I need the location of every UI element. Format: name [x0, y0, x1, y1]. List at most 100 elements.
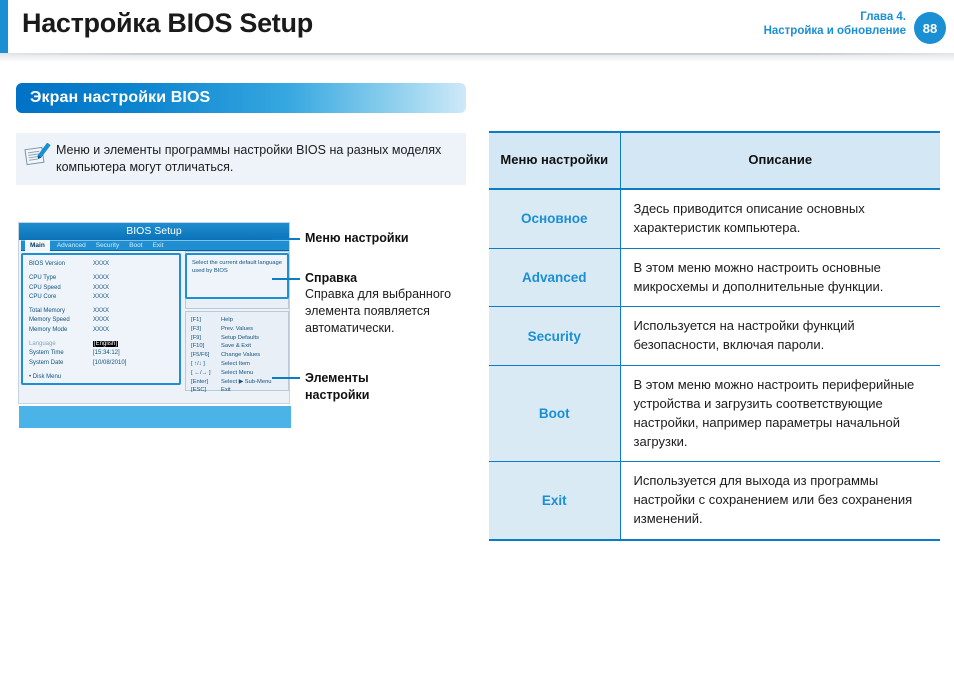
callout-title: Элементы настройки	[305, 371, 370, 402]
bios-item-row[interactable]: CPU Type XXXX	[29, 274, 173, 283]
page-title: Настройка BIOS Setup	[22, 8, 313, 38]
bios-item-row-disk-menu[interactable]: • Disk Menu	[29, 373, 173, 382]
bios-item-value: [15:34:12]	[93, 350, 120, 357]
bios-item-value: [10/08/2010]	[93, 359, 127, 366]
table-cell-menu[interactable]: Security	[489, 306, 621, 367]
bios-tab-main[interactable]: Main	[25, 239, 50, 252]
header-divider	[0, 53, 954, 62]
bios-item-row[interactable]: CPU Speed XXXX	[29, 284, 173, 293]
bios-key-arrow-leftright: [ ←/→ ]	[191, 369, 211, 376]
bios-item-value: XXXX	[93, 275, 110, 282]
bios-key-row: [F9] Setup Defaults	[191, 334, 284, 343]
bios-menu-description-table: Меню настройки Описание Основное Здесь п…	[489, 131, 940, 541]
note-box: Меню и элементы программы настройки BIOS…	[16, 133, 466, 185]
table-cell-menu[interactable]: Основное	[489, 189, 621, 249]
callout-setup-items: Элементы настройки	[305, 370, 425, 403]
bios-key-row: [ ←/→ ] Select Menu	[191, 369, 284, 378]
bios-item-label: System Time	[29, 350, 64, 357]
bios-body: BIOS Version XXXX CPU Type XXXX CPU Spee…	[21, 251, 289, 393]
bios-key: [F9]	[191, 334, 201, 341]
bios-key: [F3]	[191, 325, 201, 332]
bios-help-panel: Select the current default language used…	[185, 253, 289, 299]
table-header-row: Меню настройки Описание	[489, 131, 940, 190]
page-header: Настройка BIOS Setup Глава 4. Настройка …	[0, 0, 954, 62]
header-accent-bar	[0, 0, 8, 53]
bios-key-arrow-updown: [ ↑/↓ ]	[191, 360, 205, 367]
bios-item-row[interactable]: Memory Speed XXXX	[29, 316, 173, 325]
bios-item-value: XXXX	[93, 261, 110, 267]
bios-key-action: Exit	[221, 387, 231, 394]
bios-tab-security[interactable]: Security	[93, 241, 122, 251]
bios-key-action: Change Values	[221, 352, 261, 359]
leader-line-menu	[272, 238, 300, 240]
bios-settings-panel: BIOS Version XXXX CPU Type XXXX CPU Spee…	[21, 253, 181, 385]
bios-screen-title: BIOS Setup	[19, 223, 289, 240]
bios-tab-advanced[interactable]: Advanced	[54, 241, 89, 251]
callout-body: Справка для выбранного элемента появляет…	[305, 287, 452, 335]
bios-key-row: [ ↑/↓ ] Select Item	[191, 360, 284, 369]
bios-key-action: Save & Exit	[221, 343, 251, 350]
bios-tab-boot[interactable]: Boot	[126, 241, 145, 251]
bios-item-row[interactable]: System Time [15:34:12]	[29, 349, 173, 358]
bios-key-row: [F1] Help	[191, 316, 284, 325]
callout-title: Справка	[305, 271, 358, 285]
bios-item-label: Total Memory	[29, 308, 66, 315]
table-row: Boot В этом меню можно настроить перифер…	[489, 365, 940, 463]
bios-right-column: Select the current default language used…	[185, 251, 289, 393]
table-cell-description: Используется на настройки функций безопа…	[620, 306, 940, 367]
table-cell-description: В этом меню можно настроить периферийные…	[620, 365, 940, 463]
section-title-text: Экран настройки BIOS	[30, 89, 211, 106]
bios-item-row[interactable]: CPU Core XXXX	[29, 293, 173, 302]
bios-item-value-selected: [English]	[93, 341, 119, 348]
bios-key-row: [ESC] Exit	[191, 386, 284, 395]
bios-key: [F10]	[191, 343, 205, 350]
bios-key: [ESC]	[191, 387, 207, 394]
bios-item-row[interactable]: Memory Mode XXXX	[29, 326, 173, 335]
bios-key-action: Prev. Values	[221, 325, 254, 332]
bios-tab-exit[interactable]: Exit	[150, 241, 167, 251]
bios-item-value: XXXX	[93, 284, 110, 291]
page-root: Настройка BIOS Setup Глава 4. Настройка …	[0, 0, 954, 677]
bios-item-row-language[interactable]: Language [English]	[29, 340, 173, 349]
bios-item-label: System Date	[29, 359, 64, 366]
bios-item-value: XXXX	[93, 308, 110, 315]
bios-item-label: CPU Speed	[29, 284, 61, 291]
bios-item-row[interactable]: System Date [10/08/2010]	[29, 359, 173, 368]
bios-key-action: Help	[221, 317, 233, 323]
note-text: Меню и элементы программы настройки BIOS…	[56, 143, 442, 175]
bios-key: [F1]	[191, 317, 201, 323]
bios-item-label-text: Disk Menu	[32, 373, 62, 380]
bios-item-label: BIOS Version	[29, 261, 66, 267]
leader-line-items	[272, 377, 300, 379]
header-chapter-block: Глава 4. Настройка и обновление	[764, 10, 906, 39]
bios-key-row: [F10] Save & Exit	[191, 342, 284, 351]
bios-item-label: CPU Core	[29, 293, 57, 300]
callout-title: Меню настройки	[305, 231, 409, 245]
chapter-number: Глава 4.	[860, 11, 906, 23]
section-title-bar: Экран настройки BIOS	[16, 83, 466, 113]
bios-menu-bar: Main Advanced Security Boot Exit	[21, 239, 289, 252]
bios-item-label: Memory Mode	[29, 326, 68, 333]
bios-keys-panel: [F1] Help [F3] Prev. Values [F9] Setup D…	[185, 311, 289, 393]
callout-setup-menu: Меню настройки	[305, 231, 409, 245]
bios-key-row: [F3] Prev. Values	[191, 325, 284, 334]
table-cell-description: Здесь приводится описание основных харак…	[620, 189, 940, 249]
callout-help: Справка Справка для выбранного элемента …	[305, 271, 485, 337]
bios-item-value: XXXX	[93, 293, 110, 300]
bios-item-row[interactable]: Total Memory XXXX	[29, 307, 173, 316]
bios-bottom-bar	[19, 406, 291, 428]
table-cell-menu[interactable]: Advanced	[489, 248, 621, 308]
bios-key-row: [F5/F6] Change Values	[191, 351, 284, 360]
note-pencil-icon	[24, 142, 54, 169]
table-cell-menu[interactable]: Exit	[489, 461, 621, 541]
chapter-name: Настройка и обновление	[763, 25, 906, 38]
bios-item-value: XXXX	[93, 317, 110, 324]
table-row: Основное Здесь приводится описание основ…	[489, 189, 940, 249]
table-cell-description: Используется для выхода из программы нас…	[620, 461, 940, 541]
bios-key: [Enter]	[191, 378, 209, 385]
leader-line-help	[272, 278, 300, 280]
table-header-menu: Меню настройки	[489, 131, 621, 190]
bios-item-row[interactable]: BIOS Version XXXX	[29, 260, 173, 269]
table-cell-menu[interactable]: Boot	[489, 365, 621, 463]
table-header-description: Описание	[620, 131, 940, 190]
